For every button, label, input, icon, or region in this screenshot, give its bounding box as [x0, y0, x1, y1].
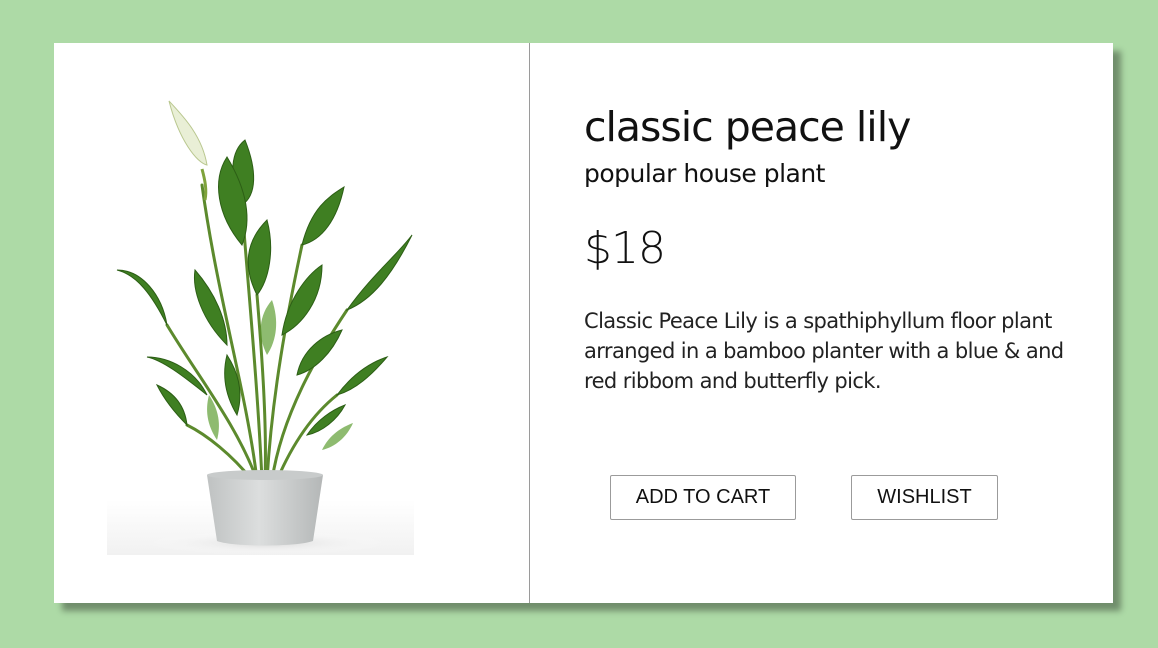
product-photo — [107, 95, 414, 555]
product-description: Classic Peace Lily is a spathiphyllum fl… — [584, 309, 1064, 393]
product-info: classic peace lily popular house plant $… — [584, 43, 1084, 603]
product-image-panel — [54, 43, 529, 603]
panel-divider — [529, 43, 530, 603]
product-title: classic peace lily — [584, 103, 911, 151]
wishlist-button[interactable]: WISHLIST — [851, 475, 998, 520]
product-price: $18 — [584, 223, 666, 274]
peace-lily-image — [116, 100, 413, 555]
product-subtitle: popular house plant — [584, 159, 826, 188]
add-to-cart-button[interactable]: ADD TO CART — [610, 475, 796, 520]
product-card: classic peace lily popular house plant $… — [54, 43, 1113, 603]
